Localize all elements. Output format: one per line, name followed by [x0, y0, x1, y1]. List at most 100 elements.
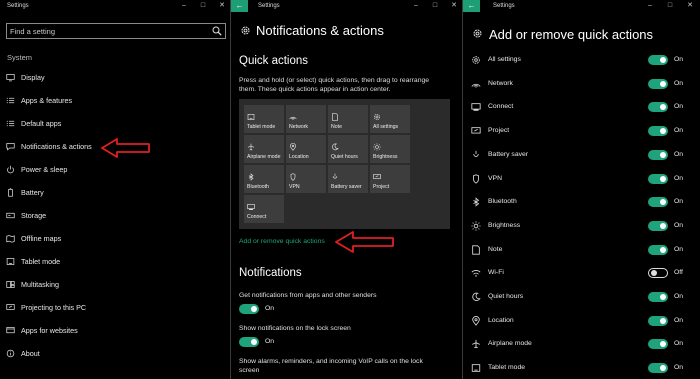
notifications-toggle[interactable]	[239, 304, 259, 314]
quick-action-toggle[interactable]	[648, 339, 668, 350]
wifi-icon	[471, 270, 481, 277]
sidebar-item[interactable]: Power & sleep	[5, 161, 205, 177]
quick-action-tile[interactable]: Network	[286, 105, 326, 133]
quick-action-toggle[interactable]	[648, 78, 668, 89]
quick-action-row: Quiet hours On	[471, 289, 699, 305]
list-icon	[6, 97, 14, 103]
quick-action-tile[interactable]: Location	[286, 135, 326, 163]
add-remove-quick-actions-window: ← Settings – □ ✕ Add or remove quick act…	[463, 0, 700, 379]
quick-action-tile[interactable]: Note	[328, 105, 368, 133]
sidebar-item[interactable]: Multitasking	[5, 276, 205, 292]
quick-action-tile[interactable]: Bluetooth	[244, 165, 284, 193]
quick-action-icon	[471, 268, 481, 278]
sidebar-item[interactable]: About	[5, 345, 205, 361]
sidebar-item-icon	[5, 210, 15, 220]
sidebar-item[interactable]: Apps for websites	[5, 322, 205, 338]
storage-icon	[5, 212, 15, 218]
quick-action-toggle[interactable]	[648, 55, 668, 65]
tile-label: Location	[289, 154, 309, 160]
sidebar-item[interactable]: Apps & features	[5, 92, 205, 108]
connect-icon	[247, 204, 255, 210]
sidebar-item-label: Offline maps	[21, 233, 62, 243]
toggle-state: On	[674, 79, 684, 87]
add-remove-quick-actions-link[interactable]: Add or remove quick actions	[239, 238, 325, 245]
quick-action-row: Airplane mode On	[471, 336, 699, 352]
note-icon	[472, 245, 480, 255]
tile-icon	[289, 138, 297, 151]
quick-action-tile[interactable]: Connect	[244, 195, 284, 223]
sidebar-item[interactable]: Offline maps	[5, 230, 205, 246]
close-icon[interactable]: ✕	[216, 1, 228, 10]
quick-action-label: Location	[488, 316, 514, 324]
quick-action-label: Tablet mode	[488, 364, 526, 372]
quick-action-row: Note On	[471, 242, 699, 258]
close-icon[interactable]: ✕	[448, 1, 460, 10]
quick-action-toggle[interactable]	[648, 149, 668, 160]
sidebar-item-label: About	[21, 348, 40, 358]
minimize-icon[interactable]: –	[178, 1, 190, 10]
sidebar-item-label: Display	[21, 72, 45, 82]
toggle-state: On	[674, 56, 684, 63]
quick-action-tile[interactable]: Project	[370, 165, 410, 193]
sidebar-item[interactable]: Display	[5, 69, 205, 85]
quick-action-icon	[471, 245, 481, 255]
lock-screen-toggle[interactable]	[239, 337, 259, 347]
link-icon	[5, 326, 15, 333]
quick-action-toggle[interactable]	[648, 220, 668, 231]
quick-action-toggle[interactable]	[648, 363, 668, 374]
quick-action-tile[interactable]: Brightness	[370, 135, 410, 163]
quick-action-toggle[interactable]	[648, 126, 668, 137]
maximize-icon[interactable]: □	[429, 1, 441, 10]
quick-action-icon	[471, 55, 481, 65]
setting-label: Show alarms, reminders, and incoming VoI…	[239, 358, 423, 374]
quick-action-tile[interactable]: Quiet hours	[328, 135, 368, 163]
toggle-knob	[651, 270, 657, 277]
minimize-icon[interactable]: –	[644, 1, 656, 10]
quick-action-toggle[interactable]	[648, 292, 668, 302]
back-arrow-icon[interactable]: ←	[231, 0, 248, 12]
quick-action-icon	[471, 173, 481, 184]
quick-action-toggle[interactable]	[648, 102, 668, 113]
map-icon	[5, 234, 15, 243]
window-title: Settings	[493, 3, 515, 9]
search-icon[interactable]	[212, 26, 222, 36]
toggle-knob	[251, 306, 257, 312]
sidebar-item[interactable]: Battery	[5, 184, 205, 200]
maximize-icon[interactable]: □	[664, 1, 676, 10]
quick-action-icon	[471, 102, 481, 112]
sidebar-item[interactable]: Projecting to this PC	[5, 299, 205, 315]
tile-icon	[247, 138, 255, 151]
quick-action-icon	[471, 150, 481, 160]
quick-action-toggle[interactable]	[648, 197, 668, 208]
sidebar-item[interactable]: Storage	[5, 207, 205, 223]
sidebar-item[interactable]: Default apps	[5, 115, 205, 131]
airplane-icon	[247, 143, 255, 151]
quick-action-tile[interactable]: All settings	[370, 105, 410, 133]
quick-action-tile[interactable]: Tablet mode	[244, 105, 284, 133]
section-label: System	[7, 53, 33, 62]
tile-label: VPN	[289, 184, 300, 190]
tile-icon	[247, 198, 255, 210]
quick-action-tile[interactable]: Airplane mode	[244, 135, 284, 163]
quick-action-tile[interactable]: VPN	[286, 165, 326, 193]
moon-icon	[332, 143, 339, 151]
sidebar-item[interactable]: Tablet mode	[5, 253, 205, 269]
quick-action-toggle[interactable]	[648, 173, 668, 184]
moon-icon	[472, 292, 481, 301]
quick-action-toggle[interactable]	[648, 244, 668, 255]
sidebar-item-icon	[5, 256, 15, 266]
quick-action-toggle[interactable]	[648, 268, 668, 279]
search-input[interactable]	[10, 25, 200, 37]
display-icon	[5, 73, 15, 81]
search-box[interactable]	[6, 23, 226, 39]
quick-action-toggle[interactable]	[648, 315, 668, 326]
quick-action-tile[interactable]: Battery saver	[328, 165, 368, 193]
minimize-icon[interactable]: –	[410, 1, 422, 10]
quick-action-row: Bluetooth On	[471, 194, 699, 210]
quick-action-label: Note	[488, 245, 503, 253]
maximize-icon[interactable]: □	[197, 1, 209, 10]
back-arrow-icon[interactable]: ←	[463, 0, 480, 12]
tile-label: Bluetooth	[247, 184, 269, 190]
sidebar-item-label: Battery	[21, 187, 44, 197]
close-icon[interactable]: ✕	[684, 1, 696, 10]
